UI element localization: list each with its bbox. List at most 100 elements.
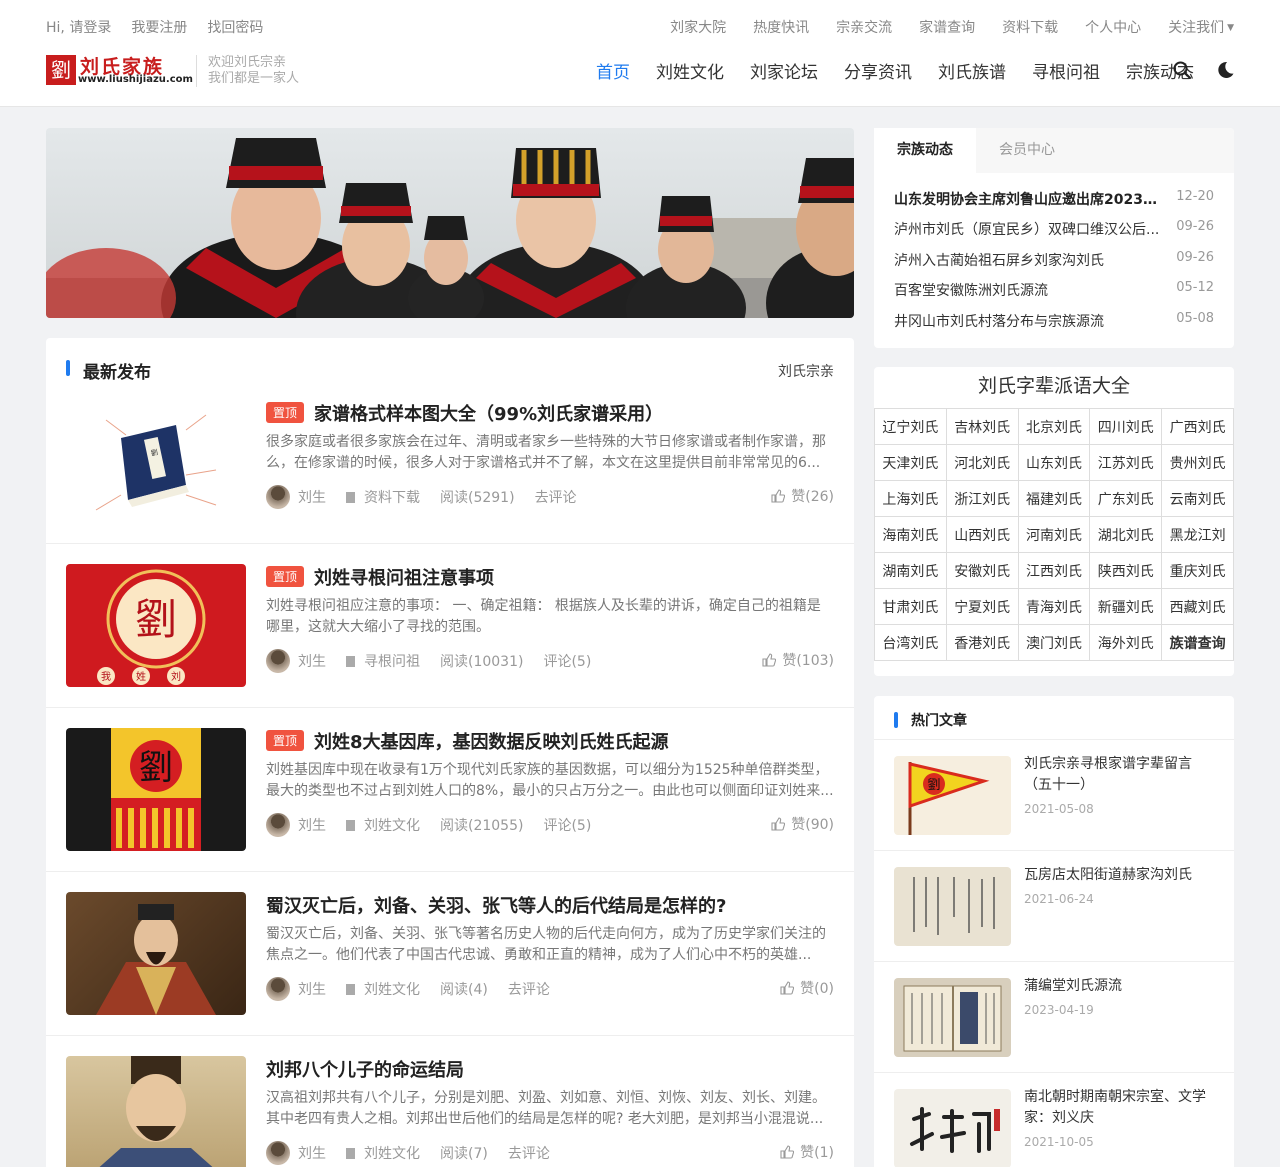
moon-icon[interactable] <box>1215 60 1235 80</box>
post-title[interactable]: 置顶 刘姓寻根问祖注意事项 <box>266 564 834 590</box>
province-link[interactable]: 湖南刘氏 <box>874 552 947 589</box>
post-author[interactable]: 刘生 <box>266 649 326 673</box>
province-link[interactable]: 浙江刘氏 <box>945 480 1019 517</box>
province-link[interactable]: 河南刘氏 <box>1017 516 1091 553</box>
nav-forum[interactable]: 刘家论坛 <box>750 58 818 83</box>
province-link[interactable]: 天津刘氏 <box>874 444 947 481</box>
post-category[interactable]: 刘姓文化 <box>346 1143 420 1163</box>
province-link[interactable]: 上海刘氏 <box>874 480 947 517</box>
province-link[interactable]: 安徽刘氏 <box>945 552 1019 589</box>
like-button[interactable]: 赞(1) <box>780 1142 834 1162</box>
latest-more-link[interactable]: 刘氏宗亲 <box>778 361 834 381</box>
nav-home[interactable]: 首页 <box>596 58 630 83</box>
post-author[interactable]: 刘生 <box>266 1141 326 1165</box>
nav-news[interactable]: 分享资讯 <box>844 58 912 83</box>
post-comments[interactable]: 去评论 <box>508 979 550 999</box>
province-link[interactable]: 广东刘氏 <box>1089 480 1163 517</box>
nav-roots[interactable]: 寻根问祖 <box>1032 58 1100 83</box>
hot-article-item[interactable]: 南北朝时期南朝宋宗室、文学家：刘义庆 2021-10-05 <box>874 1072 1234 1167</box>
province-link[interactable]: 四川刘氏 <box>1089 408 1163 445</box>
province-link[interactable]: 甘肃刘氏 <box>874 588 947 625</box>
post-comments[interactable]: 去评论 <box>508 1143 550 1163</box>
nav-culture[interactable]: 刘姓文化 <box>656 58 724 83</box>
post-title[interactable]: 刘邦八个儿子的命运结局 <box>266 1056 834 1082</box>
nav-genealogy[interactable]: 刘氏族谱 <box>938 58 1006 83</box>
site-logo[interactable]: 劉 刘氏家族 www.liushijiazu.com <box>46 55 193 87</box>
post-category[interactable]: 资料下载 <box>346 487 420 507</box>
like-button[interactable]: 赞(90) <box>771 814 834 834</box>
top-link-profile[interactable]: 个人中心 <box>1085 17 1141 37</box>
province-link[interactable]: 江西刘氏 <box>1017 552 1091 589</box>
post-comments[interactable]: 评论(5) <box>543 815 591 835</box>
register-link[interactable]: 我要注册 <box>131 17 187 37</box>
province-link[interactable]: 澳门刘氏 <box>1017 624 1091 661</box>
province-link[interactable]: 重庆刘氏 <box>1161 552 1234 589</box>
post-thumbnail[interactable] <box>66 1056 246 1167</box>
top-link-genealogy[interactable]: 家谱查询 <box>919 17 975 37</box>
province-link[interactable]: 海外刘氏 <box>1089 624 1163 661</box>
province-link[interactable]: 广西刘氏 <box>1161 408 1234 445</box>
province-link[interactable]: 贵州刘氏 <box>1161 444 1234 481</box>
post-author[interactable]: 刘生 <box>266 977 326 1001</box>
post-author[interactable]: 刘生 <box>266 813 326 837</box>
province-link[interactable]: 湖北刘氏 <box>1089 516 1163 553</box>
province-link[interactable]: 吉林刘氏 <box>945 408 1019 445</box>
post-category[interactable]: 寻根问祖 <box>346 651 420 671</box>
top-link-follow[interactable]: 关注我们 ▼ <box>1168 17 1234 37</box>
province-link[interactable]: 海南刘氏 <box>874 516 947 553</box>
news-item[interactable]: 泸州市刘氏（原宜民乡）双碑口维汉公后... 09-26 <box>894 219 1214 239</box>
province-link[interactable]: 西藏刘氏 <box>1161 588 1234 625</box>
top-link-download[interactable]: 资料下载 <box>1002 17 1058 37</box>
province-link[interactable]: 新疆刘氏 <box>1089 588 1163 625</box>
top-link-hot[interactable]: 热度快讯 <box>753 17 809 37</box>
province-link[interactable]: 云南刘氏 <box>1161 480 1234 517</box>
pinned-badge: 置顶 <box>266 730 305 751</box>
post-category[interactable]: 刘姓文化 <box>346 979 420 999</box>
post-thumbnail[interactable]: 劉 <box>66 400 246 523</box>
post-thumbnail[interactable]: 劉 <box>66 728 246 851</box>
like-button[interactable]: 赞(26) <box>771 486 834 506</box>
province-link[interactable]: 辽宁刘氏 <box>874 408 947 445</box>
post-category[interactable]: 刘姓文化 <box>346 815 420 835</box>
recover-password-link[interactable]: 找回密码 <box>207 17 263 37</box>
province-link[interactable]: 香港刘氏 <box>945 624 1019 661</box>
post-title[interactable]: 置顶 家谱格式样本图大全（99%刘氏家谱采用） <box>266 400 834 426</box>
province-link[interactable]: 福建刘氏 <box>1017 480 1091 517</box>
news-item[interactable]: 泸州入古蔺始祖石屏乡刘家沟刘氏 09-26 <box>894 250 1214 270</box>
tab-clan-news[interactable]: 宗族动态 <box>874 128 976 173</box>
news-item[interactable]: 井冈山市刘氏村落分布与宗族源流 05-08 <box>894 311 1214 331</box>
top-link-yard[interactable]: 刘家大院 <box>670 17 726 37</box>
post-title[interactable]: 蜀汉灭亡后，刘备、关羽、张飞等人的后代结局是怎样的? <box>266 892 834 918</box>
news-item[interactable]: 百客堂安徽陈洲刘氏源流 05-12 <box>894 280 1214 300</box>
province-link[interactable]: 陕西刘氏 <box>1089 552 1163 589</box>
post-author[interactable]: 刘生 <box>266 485 326 509</box>
tab-member-center[interactable]: 会员中心 <box>976 128 1078 173</box>
login-link[interactable]: Hi, 请登录 <box>46 17 111 37</box>
post-comments[interactable]: 评论(5) <box>543 651 591 671</box>
hot-article-item[interactable]: 瓦房店太阳街道赫家沟刘氏 2021-06-24 <box>874 850 1234 961</box>
province-link[interactable]: 山西刘氏 <box>945 516 1019 553</box>
genealogy-search-link[interactable]: 族谱查询 <box>1161 624 1234 661</box>
province-link[interactable]: 台湾刘氏 <box>874 624 947 661</box>
search-icon[interactable] <box>1172 60 1192 80</box>
top-link-exchange[interactable]: 宗亲交流 <box>836 17 892 37</box>
hot-article-item[interactable]: 蒲编堂刘氏源流 2023-04-19 <box>874 961 1234 1072</box>
news-item[interactable]: 山东发明协会主席刘鲁山应邀出席2023年... 12-20 <box>894 189 1214 209</box>
post-title[interactable]: 置顶 刘姓8大基因库，基因数据反映刘氏姓氏起源 <box>266 728 834 754</box>
province-link[interactable]: 宁夏刘氏 <box>945 588 1019 625</box>
province-link[interactable]: 江苏刘氏 <box>1089 444 1163 481</box>
post-comments[interactable]: 去评论 <box>535 487 577 507</box>
folder-icon <box>346 983 355 995</box>
post-thumbnail[interactable] <box>66 892 246 1015</box>
hot-article-item[interactable]: 劉 刘氏宗亲寻根家谱字辈留言（五十一） 2021-05-08 <box>874 739 1234 850</box>
hero-banner[interactable] <box>46 128 854 318</box>
province-link[interactable]: 山东刘氏 <box>1017 444 1091 481</box>
hot-articles-card: 热门文章 劉 刘氏宗亲寻根家谱字辈留言（五十一） 2021-05-08 瓦房店太阳… <box>874 696 1234 1167</box>
province-link[interactable]: 青海刘氏 <box>1017 588 1091 625</box>
province-link[interactable]: 黑龙江刘 <box>1161 516 1234 553</box>
province-link[interactable]: 河北刘氏 <box>945 444 1019 481</box>
post-thumbnail[interactable]: 劉 我 姓 刘 <box>66 564 246 687</box>
province-link[interactable]: 北京刘氏 <box>1017 408 1091 445</box>
like-button[interactable]: 赞(0) <box>780 978 834 998</box>
like-button[interactable]: 赞(103) <box>762 650 834 670</box>
